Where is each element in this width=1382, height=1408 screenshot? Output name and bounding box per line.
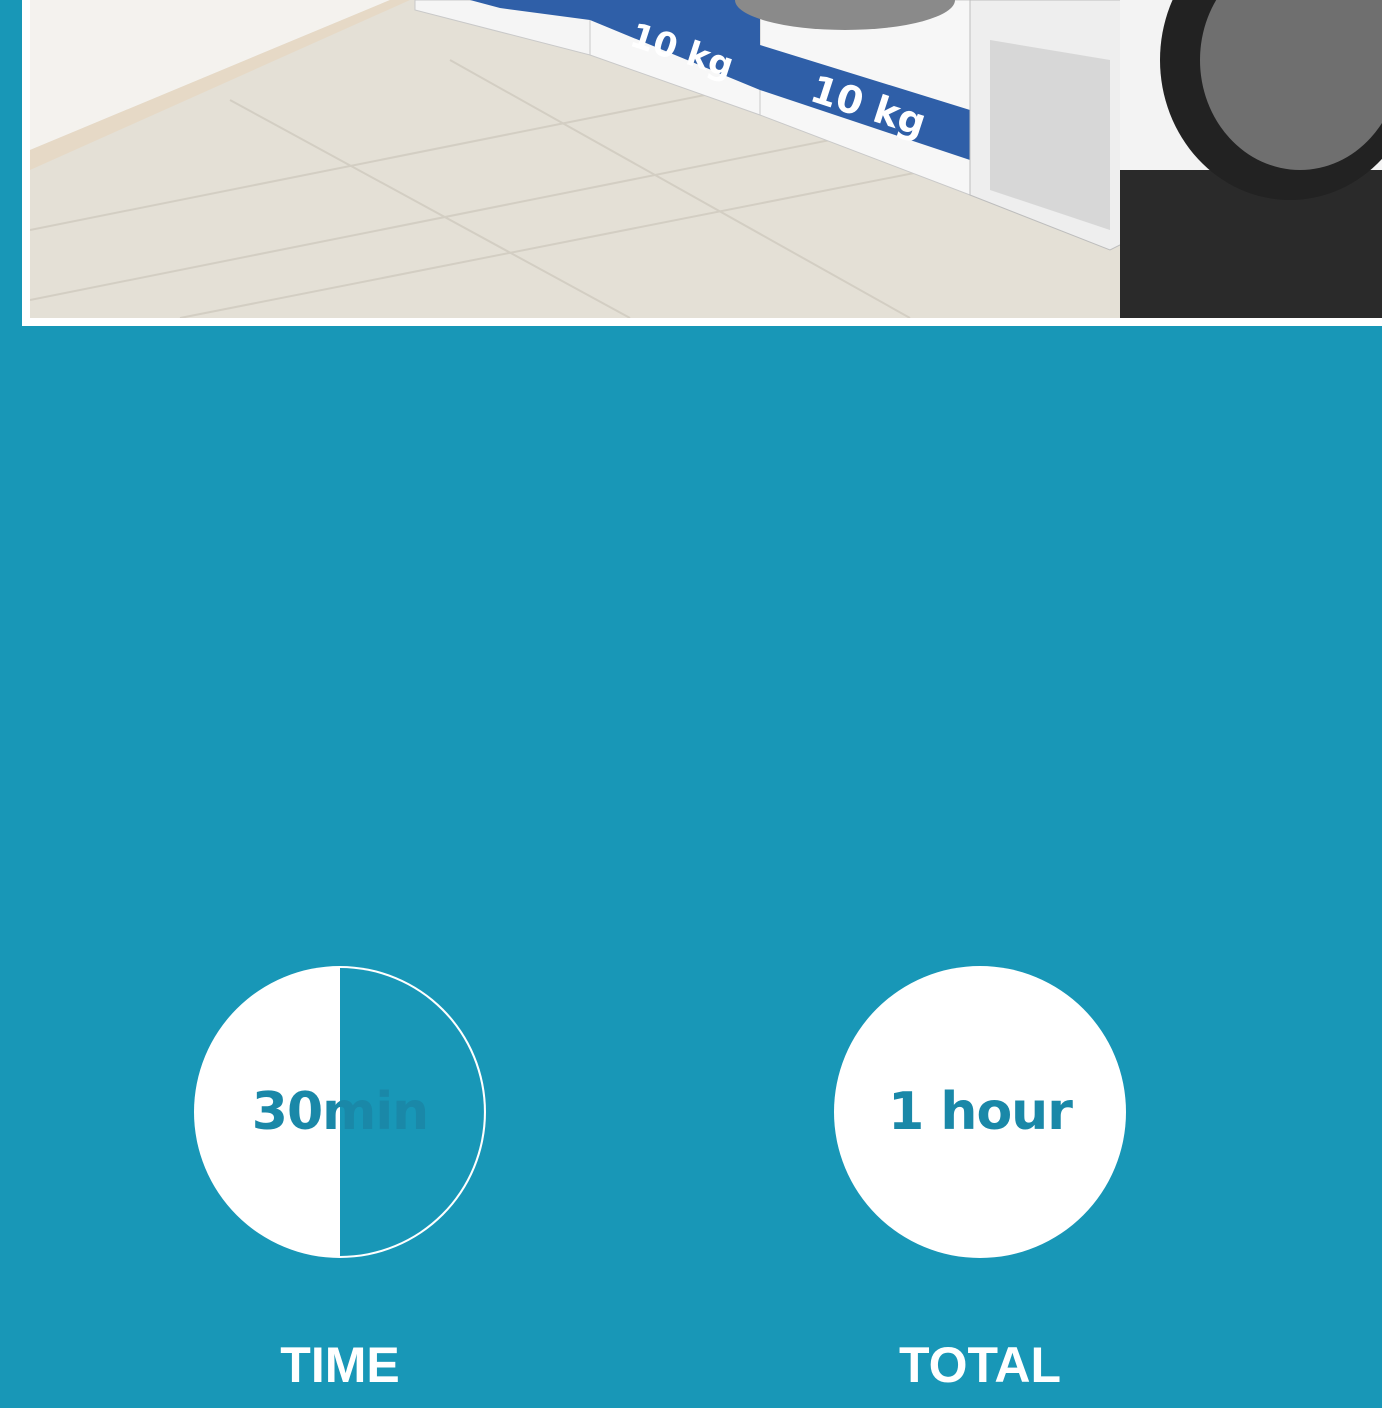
time-value: 30min (251, 1082, 429, 1142)
time-stat: 30min TIME (192, 964, 488, 1393)
total-label: TOTAL (898, 1337, 1061, 1393)
total-value: 1 hour (888, 1082, 1073, 1142)
time-dial: 30min (192, 964, 488, 1260)
time-label: TIME (280, 1337, 400, 1393)
total-stat: 1 hour TOTAL (832, 964, 1128, 1393)
total-dial: 1 hour (832, 964, 1128, 1260)
laundromat-photo: 10 kg 10 kg (30, 0, 1382, 318)
laundromat-illustration: 10 kg 10 kg (30, 0, 1382, 318)
